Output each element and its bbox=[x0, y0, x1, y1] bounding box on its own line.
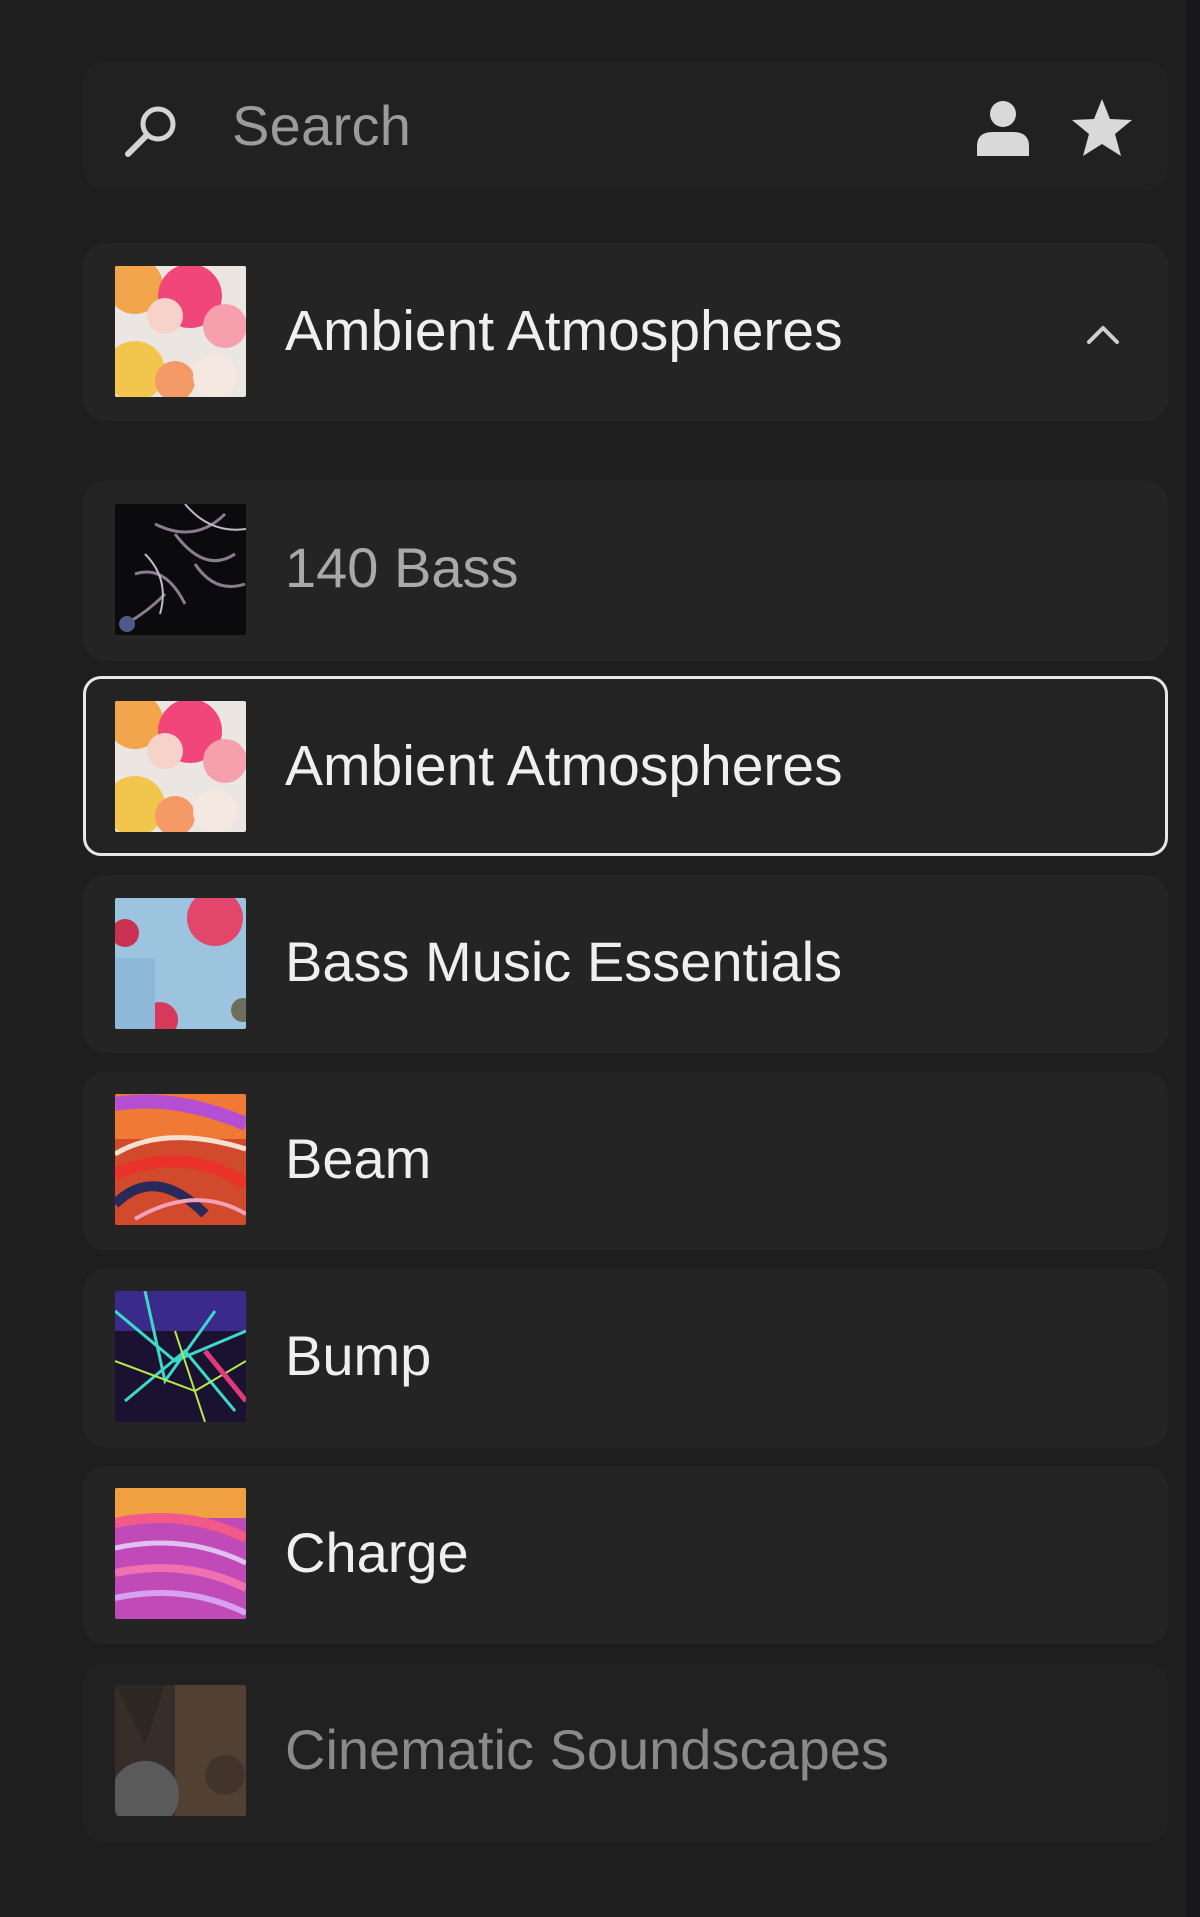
pack-thumbnail bbox=[115, 1685, 246, 1816]
star-icon[interactable] bbox=[1070, 95, 1134, 159]
user-icon[interactable] bbox=[973, 98, 1033, 158]
pack-thumbnail bbox=[115, 1291, 246, 1422]
pack-item-label: Charge bbox=[285, 1521, 469, 1584]
chevron-up-icon[interactable] bbox=[1083, 316, 1123, 350]
pack-thumbnail bbox=[115, 898, 246, 1029]
pack-item-label: 140 Bass bbox=[285, 536, 519, 599]
pack-item-label: Cinematic Soundscapes bbox=[285, 1718, 889, 1781]
search-input[interactable]: Search bbox=[232, 92, 411, 160]
pack-thumbnail bbox=[115, 1094, 246, 1225]
pack-item-label: Bump bbox=[285, 1324, 432, 1387]
pack-item-label: Ambient Atmospheres bbox=[285, 734, 843, 798]
pack-thumbnail bbox=[115, 504, 246, 635]
pack-item-label: Bass Music Essentials bbox=[285, 930, 843, 993]
current-pack-name: Ambient Atmospheres bbox=[285, 299, 843, 363]
pack-thumbnail bbox=[115, 701, 246, 832]
search-icon bbox=[125, 106, 176, 157]
scrollbar-track[interactable] bbox=[1186, 0, 1200, 1917]
pack-thumbnail bbox=[115, 266, 246, 397]
pack-thumbnail bbox=[115, 1488, 246, 1619]
pack-item-label: Beam bbox=[285, 1127, 432, 1190]
